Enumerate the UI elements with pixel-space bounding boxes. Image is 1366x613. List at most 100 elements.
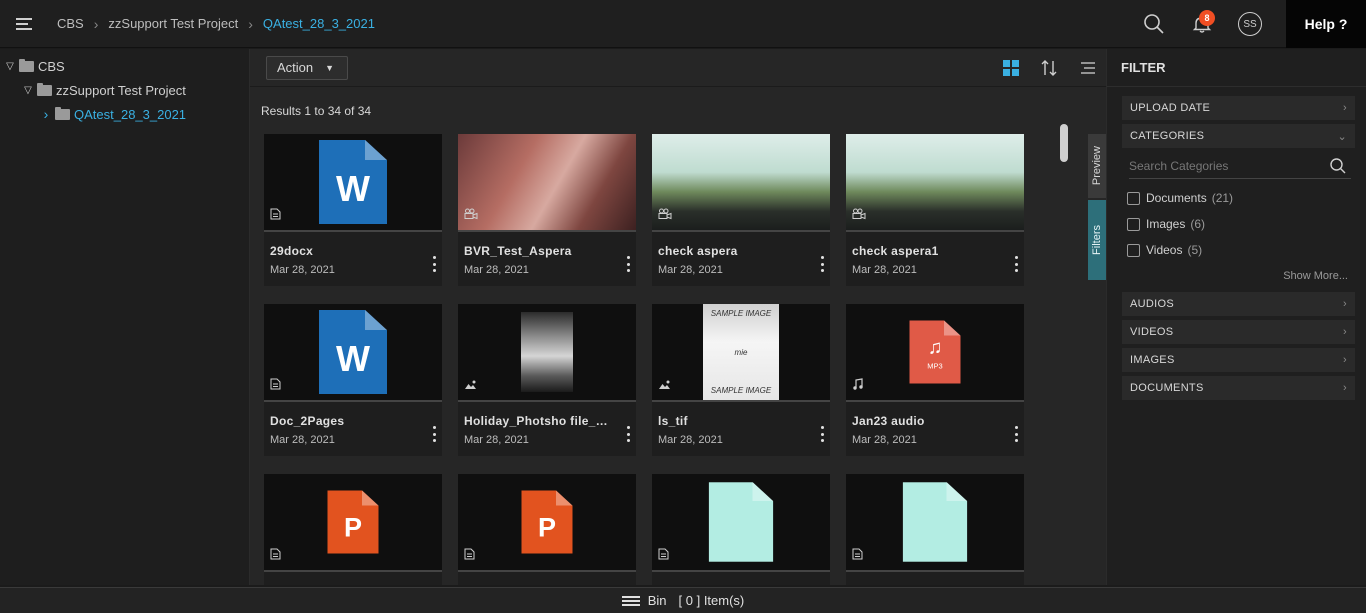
search-categories-input[interactable] <box>1129 158 1319 173</box>
filter-videos[interactable]: VIDEOS › <box>1122 320 1355 344</box>
video-thumbnail <box>652 134 830 230</box>
asset-thumbnail[interactable]: W <box>264 134 442 232</box>
asset-card[interactable]: P <box>458 474 636 585</box>
scrollbar-thumb[interactable] <box>1060 124 1068 162</box>
user-menu-button[interactable]: SS <box>1230 4 1270 44</box>
chevron-right-icon: › <box>1343 298 1347 310</box>
filter-documents[interactable]: DOCUMENTS › <box>1122 376 1355 400</box>
asset-card[interactable]: Holiday_Photsho file_Te... Mar 28, 2021 <box>458 304 636 456</box>
scrollbar[interactable] <box>1060 124 1068 575</box>
asset-date: Mar 28, 2021 <box>270 264 335 276</box>
tree-node-cbs[interactable]: ▽ CBS <box>0 54 249 78</box>
more-options-icon[interactable] <box>430 426 438 442</box>
filter-audios[interactable]: AUDIOS › <box>1122 292 1355 316</box>
category-option-documents[interactable]: Documents (21) <box>1127 191 1233 205</box>
tab-filters[interactable]: Filters <box>1088 200 1106 280</box>
chevron-right-icon: › <box>1343 102 1347 114</box>
checkbox[interactable] <box>1127 243 1140 257</box>
bin-label: Bin <box>647 593 667 608</box>
search-button[interactable] <box>1134 4 1174 44</box>
bin-count: [ 0 ] Item(s) <box>678 593 745 608</box>
asset-thumbnail[interactable]: W <box>264 304 442 402</box>
asset-thumbnail[interactable] <box>652 134 830 232</box>
filter-images[interactable]: IMAGES › <box>1122 348 1355 372</box>
action-dropdown[interactable]: Action ▼ <box>266 55 348 80</box>
asset-card[interactable]: check aspera Mar 28, 2021 <box>652 134 830 286</box>
breadcrumb-item[interactable]: zzSupport Test Project <box>108 16 238 31</box>
search-icon[interactable] <box>1329 157 1347 175</box>
chevron-down-icon[interactable]: ▽ <box>4 61 16 72</box>
document-icon <box>270 207 281 225</box>
checkbox[interactable] <box>1127 217 1140 231</box>
asset-card[interactable] <box>652 474 830 585</box>
chevron-down-icon: ⌄ <box>1337 130 1347 143</box>
video-thumbnail <box>846 134 1024 230</box>
grid-view-button[interactable] <box>1000 57 1022 79</box>
category-option-images[interactable]: Images (6) <box>1127 217 1205 231</box>
asset-thumbnail[interactable] <box>652 474 830 572</box>
category-label: Images <box>1146 217 1186 231</box>
tree-node-qatest[interactable]: › QAtest_28_3_2021 <box>0 102 249 126</box>
asset-card[interactable]: W Doc_2Pages Mar 28, 2021 <box>264 304 442 456</box>
asset-card[interactable]: ♫ MP3 Jan23 audio Mar 28, 2021 <box>846 304 1024 456</box>
tab-preview[interactable]: Preview <box>1088 134 1106 198</box>
asset-card[interactable] <box>846 474 1024 585</box>
asset-date: Mar 28, 2021 <box>464 434 529 446</box>
chevron-right-icon: › <box>248 15 253 32</box>
notifications-button[interactable]: 8 <box>1182 4 1222 44</box>
chevron-right-icon[interactable]: › <box>40 106 52 122</box>
asset-card[interactable]: check aspera1 Mar 28, 2021 <box>846 134 1024 286</box>
asset-date: Mar 28, 2021 <box>270 434 335 446</box>
bin-bar[interactable]: Bin [ 0 ] Item(s) <box>0 587 1366 613</box>
tab-filters-label: Filters <box>1091 225 1103 255</box>
asset-thumbnail[interactable] <box>458 134 636 232</box>
chevron-down-icon[interactable]: ▽ <box>22 85 34 96</box>
asset-card[interactable]: P <box>264 474 442 585</box>
asset-title: Jan23 audio <box>852 414 925 428</box>
asset-thumbnail[interactable]: ♫ MP3 <box>846 304 1024 402</box>
filter-categories[interactable]: CATEGORIES ⌄ <box>1122 124 1355 148</box>
action-label: Action <box>277 60 314 75</box>
more-options-icon[interactable] <box>624 256 632 272</box>
filter-panel: FILTER UPLOAD DATE › CATEGORIES ⌄ Document… <box>1106 49 1366 585</box>
asset-thumbnail[interactable]: P <box>264 474 442 572</box>
asset-title: 29docx <box>270 244 314 258</box>
filter-upload-date[interactable]: UPLOAD DATE › <box>1122 96 1355 120</box>
show-more-link[interactable]: Show More... <box>1283 270 1348 282</box>
more-options-icon[interactable] <box>624 426 632 442</box>
checkbox[interactable] <box>1127 191 1140 205</box>
more-options-icon[interactable] <box>1012 256 1020 272</box>
chevron-right-icon: › <box>1343 326 1347 338</box>
breadcrumb-current[interactable]: QAtest_28_3_2021 <box>263 16 375 31</box>
breadcrumb: CBS › zzSupport Test Project › QAtest_28… <box>57 16 375 32</box>
search-icon <box>1144 14 1164 34</box>
asset-thumbnail[interactable] <box>458 304 636 402</box>
asset-thumbnail[interactable]: P <box>458 474 636 572</box>
asset-thumbnail[interactable] <box>846 474 1024 572</box>
more-options-icon[interactable] <box>818 426 826 442</box>
list-view-icon <box>1081 62 1095 74</box>
asset-card[interactable]: SAMPLE IMAGE mie SAMPLE IMAGE ls_tif Mar 2… <box>652 304 830 456</box>
tree-node-label: zzSupport Test Project <box>56 82 186 98</box>
help-button[interactable]: Help ? <box>1286 0 1366 48</box>
folder-icon <box>37 82 52 96</box>
list-view-button[interactable] <box>1076 57 1098 79</box>
search-categories <box>1129 153 1351 179</box>
category-count: (5) <box>1187 243 1203 257</box>
filter-section-label: DOCUMENTS <box>1130 382 1204 394</box>
asset-card[interactable]: BVR_Test_Aspera Mar 28, 2021 <box>458 134 636 286</box>
breadcrumb-item[interactable]: CBS <box>57 16 84 31</box>
sort-button[interactable] <box>1038 57 1060 79</box>
category-option-videos[interactable]: Videos (5) <box>1127 243 1202 257</box>
asset-thumbnail[interactable] <box>846 134 1024 232</box>
document-icon <box>852 547 863 565</box>
asset-date: Mar 28, 2021 <box>464 264 529 276</box>
asset-card[interactable]: W 29docx Mar 28, 2021 <box>264 134 442 286</box>
more-options-icon[interactable] <box>818 256 826 272</box>
tree-node-project[interactable]: ▽ zzSupport Test Project <box>0 78 249 102</box>
menu-icon[interactable] <box>16 15 32 33</box>
more-options-icon[interactable] <box>430 256 438 272</box>
asset-title: Doc_2Pages <box>270 414 345 428</box>
asset-thumbnail[interactable]: SAMPLE IMAGE mie SAMPLE IMAGE <box>652 304 830 402</box>
more-options-icon[interactable] <box>1012 426 1020 442</box>
